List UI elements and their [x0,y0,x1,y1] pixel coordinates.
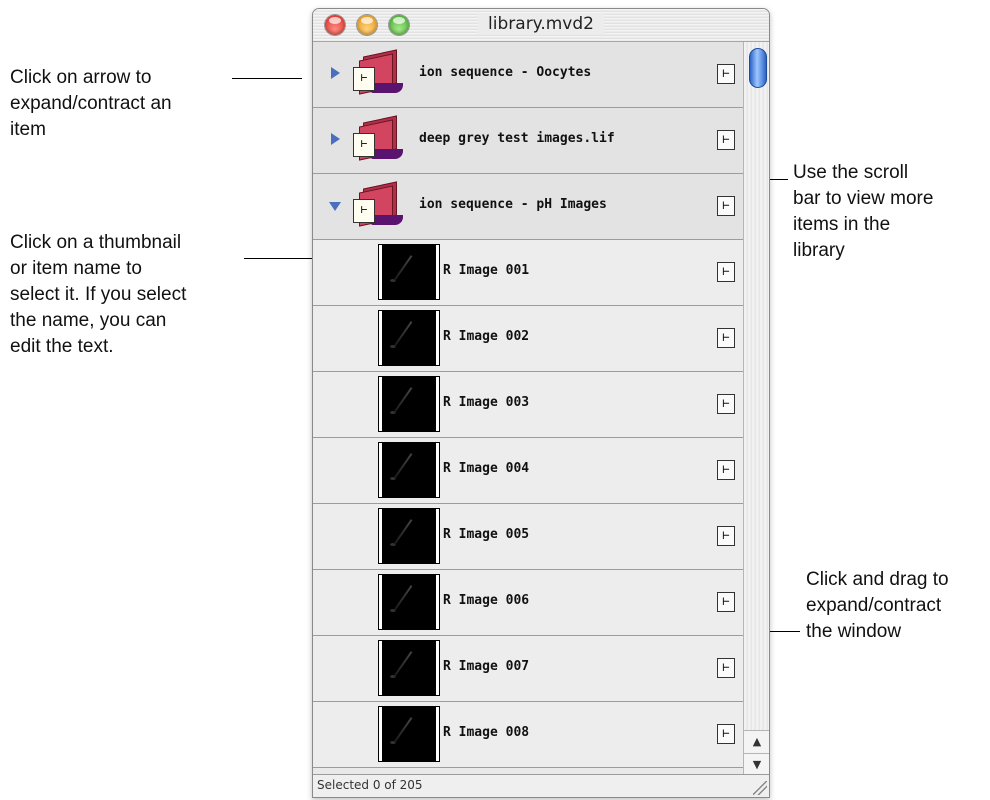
annotation-scroll: Use the scroll bar to view more items in… [793,162,934,261]
annotation-arrow: Click on arrow to expand/contract an ite… [10,67,172,140]
tree-structure-icon[interactable]: ⊢ [717,328,735,348]
image-item-name[interactable]: R Image 001 [443,263,529,278]
tree-structure-icon[interactable]: ⊢ [717,592,735,612]
image-item-name[interactable]: R Image 008 [443,725,529,740]
image-item-row[interactable]: R Image 004 ⊢ [313,438,743,504]
image-thumbnail[interactable] [379,641,439,695]
disclosure-arrow-collapsed-icon[interactable] [331,133,340,145]
image-item-row[interactable]: R Image 003 ⊢ [313,372,743,438]
image-thumbnail[interactable] [379,245,439,299]
title-bar[interactable]: library.mvd2 [313,9,769,42]
image-item-name[interactable]: R Image 003 [443,395,529,410]
image-thumbnail[interactable] [379,575,439,629]
image-item-name[interactable]: R Image 006 [443,593,529,608]
annotation-thumbnail: Click on a thumbnail or item name to sel… [10,232,187,357]
image-item-row[interactable]: R Image 007 ⊢ [313,636,743,702]
image-item-row[interactable]: R Image 008 ⊢ [313,702,743,768]
library-list: ⊢ ion sequence - Oocytes ⊢ ⊢ deep grey t… [313,42,743,775]
disclosure-arrow-collapsed-icon[interactable] [331,67,340,79]
tree-structure-icon[interactable]: ⊢ [717,724,735,744]
tree-structure-icon[interactable]: ⊢ [717,196,735,216]
leader-line-arrow [232,78,302,79]
group-row[interactable]: ⊢ ion sequence - pH Images ⊢ [313,174,743,240]
selection-status: Selected 0 of 205 [317,778,423,792]
image-thumbnail[interactable] [379,707,439,761]
folder-group-icon[interactable]: ⊢ [353,181,403,227]
image-thumbnail[interactable] [379,311,439,365]
tree-structure-icon[interactable]: ⊢ [717,64,735,84]
tree-structure-icon[interactable]: ⊢ [717,658,735,678]
folder-group-icon[interactable]: ⊢ [353,49,403,95]
image-item-name[interactable]: R Image 007 [443,659,529,674]
tree-structure-icon[interactable]: ⊢ [717,394,735,414]
annotation-drag: Click and drag to expand/contract the wi… [806,569,949,642]
tree-structure-icon[interactable]: ⊢ [717,262,735,282]
group-name[interactable]: ion sequence - Oocytes [419,65,591,80]
scroll-thumb[interactable] [749,48,767,88]
image-item-row[interactable]: R Image 002 ⊢ [313,306,743,372]
image-item-row[interactable]: R Image 005 ⊢ [313,504,743,570]
image-item-name[interactable]: R Image 005 [443,527,529,542]
image-thumbnail[interactable] [379,509,439,563]
tree-structure-icon[interactable]: ⊢ [717,130,735,150]
disclosure-arrow-expanded-icon[interactable] [329,202,341,211]
scroll-down-icon[interactable]: ▼ [744,753,769,776]
resize-grip-icon[interactable] [753,781,767,795]
group-row[interactable]: ⊢ ion sequence - Oocytes ⊢ [313,42,743,108]
library-window: library.mvd2 ⊢ ion sequence - Oocytes ⊢ … [312,8,770,798]
image-thumbnail[interactable] [379,377,439,431]
image-item-name[interactable]: R Image 002 [443,329,529,344]
folder-group-icon[interactable]: ⊢ [353,115,403,161]
group-name[interactable]: deep grey test images.lif [419,131,615,146]
tree-structure-icon[interactable]: ⊢ [717,526,735,546]
image-thumbnail[interactable] [379,443,439,497]
group-name[interactable]: ion sequence - pH Images [419,197,607,212]
group-row[interactable]: ⊢ deep grey test images.lif ⊢ [313,108,743,174]
image-item-row[interactable]: R Image 006 ⊢ [313,570,743,636]
image-item-name[interactable]: R Image 004 [443,461,529,476]
status-bar: Selected 0 of 205 [313,774,769,797]
tree-structure-icon[interactable]: ⊢ [717,460,735,480]
window-title: library.mvd2 [313,14,769,34]
image-item-row[interactable]: R Image 001 ⊢ [313,240,743,306]
scroll-up-icon[interactable]: ▲ [744,730,769,753]
vertical-scrollbar[interactable]: ▲ ▼ [743,42,769,776]
